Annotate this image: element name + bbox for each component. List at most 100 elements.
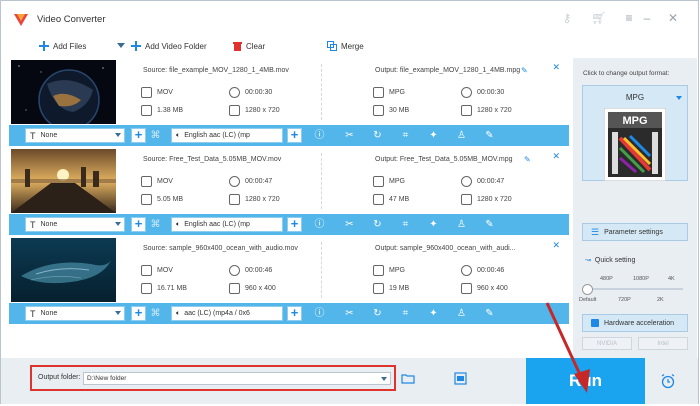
output-resolution: 960 x 400	[461, 283, 508, 294]
close-window-icon[interactable]: ✕	[665, 10, 681, 26]
crop-icon[interactable]: ⌗	[399, 307, 412, 320]
add-video-folder-button[interactable]: Add Video Folder	[131, 39, 207, 53]
format-icon	[141, 265, 152, 276]
edit-filename-icon[interactable]: ✎	[524, 155, 531, 164]
audio-track-select[interactable]: 🔈︎ English aac (LC) (mp	[171, 128, 283, 143]
bottom-bar: Output folder: D:\New folder Run	[1, 358, 698, 404]
remove-file-icon[interactable]: ✕	[552, 240, 560, 251]
menu-icon[interactable]: ≡	[621, 10, 637, 26]
add-audio-button[interactable]: +	[287, 128, 302, 143]
source-duration: 00:00:30	[229, 87, 272, 98]
parameter-settings-button[interactable]: ☰ Parameter settings	[582, 223, 688, 241]
add-subtitle-button[interactable]: +	[131, 306, 146, 321]
effects-wand-icon[interactable]: ✦	[427, 307, 440, 320]
resolution-icon	[229, 105, 240, 116]
source-duration: 00:00:47	[229, 176, 272, 187]
alarm-clock-icon[interactable]	[660, 373, 676, 389]
info-icon[interactable]: ⓘ	[313, 218, 326, 231]
edit-icon[interactable]: ✎	[483, 129, 496, 142]
rotate-icon[interactable]: ↻	[371, 129, 384, 142]
output-format-panel: Click to change output format: MPG MPG ☰…	[573, 58, 697, 358]
add-subtitle-button[interactable]: +	[131, 128, 146, 143]
file-info: Source: file_example_MOV_1280_1_4MB.mov …	[119, 58, 564, 124]
edit-filename-icon[interactable]: ✎	[521, 66, 528, 75]
clear-button[interactable]: Clear	[233, 39, 265, 53]
cart-icon[interactable]: 🛒︎	[591, 10, 607, 26]
file-item[interactable]: Source: file_example_MOV_1280_1_4MB.mov …	[9, 58, 569, 148]
output-folder-input[interactable]: D:\New folder	[83, 372, 391, 385]
output-size: 47 MB	[373, 194, 409, 205]
add-files-dropdown[interactable]	[117, 39, 125, 53]
subtitle-settings-icon[interactable]: ⌘	[149, 218, 162, 231]
plus-icon	[39, 41, 49, 51]
cut-icon[interactable]: ✂	[343, 307, 356, 320]
source-resolution: 1280 x 720	[229, 105, 280, 116]
hardware-acceleration-toggle[interactable]: Hardware acceleration	[582, 314, 688, 332]
source-format: MOV	[141, 176, 173, 187]
file-size-icon	[141, 283, 152, 294]
source-format: MOV	[141, 265, 173, 276]
remove-file-icon[interactable]: ✕	[552, 151, 560, 162]
output-format-selector[interactable]: MPG MPG	[582, 85, 688, 181]
effects-wand-icon[interactable]: ✦	[427, 129, 440, 142]
video-thumbnail[interactable]	[11, 149, 116, 213]
text-icon: T	[30, 308, 36, 319]
watermark-icon[interactable]: ♙	[455, 218, 468, 231]
audio-track-select[interactable]: 🔈︎ English aac (LC) (mp	[171, 217, 283, 232]
subtitle-select[interactable]: T None	[25, 306, 125, 321]
folder-icon[interactable]	[401, 373, 415, 384]
tick-480p: 480P	[600, 276, 613, 282]
speaker-icon: 🔈︎	[176, 220, 181, 228]
file-list: Source: file_example_MOV_1280_1_4MB.mov …	[9, 58, 569, 326]
quick-setting-label: ↝ Quick setting	[585, 256, 636, 265]
file-item[interactable]: Source: sample_960x400_ocean_with_audio.…	[9, 236, 569, 326]
rotate-icon[interactable]: ↻	[371, 218, 384, 231]
subtitle-select[interactable]: T None	[25, 128, 125, 143]
effects-wand-icon[interactable]: ✦	[427, 218, 440, 231]
remove-file-icon[interactable]: ✕	[552, 62, 560, 73]
crop-icon[interactable]: ⌗	[399, 218, 412, 231]
cut-icon[interactable]: ✂	[343, 218, 356, 231]
video-thumbnail[interactable]	[11, 60, 116, 124]
subtitle-settings-icon[interactable]: ⌘	[149, 307, 162, 320]
file-item[interactable]: Source: Free_Test_Data_5.05MB_MOV.mov Ou…	[9, 147, 569, 237]
key-icon[interactable]: ⚷	[559, 10, 575, 26]
divider	[321, 64, 322, 120]
open-output-icon[interactable]	[454, 372, 467, 385]
rotate-icon[interactable]: ↻	[371, 307, 384, 320]
watermark-icon[interactable]: ♙	[455, 129, 468, 142]
mpg-format-icon: MPG	[604, 108, 666, 181]
subtitle-select[interactable]: T None	[25, 217, 125, 232]
clock-icon	[461, 265, 472, 276]
cut-icon[interactable]: ✂	[343, 129, 356, 142]
video-thumbnail[interactable]	[11, 238, 116, 302]
file-size-icon	[373, 105, 384, 116]
text-icon: T	[30, 219, 36, 230]
edit-icon[interactable]: ✎	[483, 307, 496, 320]
trash-icon	[233, 42, 242, 51]
resolution-icon	[461, 105, 472, 116]
crop-icon[interactable]: ⌗	[399, 129, 412, 142]
source-format: MOV	[141, 87, 173, 98]
add-files-label: Add Files	[53, 41, 87, 51]
app-title: Video Converter	[37, 14, 106, 25]
add-files-button[interactable]: Add Files	[39, 39, 86, 53]
audio-track-select[interactable]: 🔈︎ aac (LC) (mp4a / 0x6	[171, 306, 283, 321]
nvidia-chip: NVIDIA	[582, 337, 632, 350]
edit-icon[interactable]: ✎	[483, 218, 496, 231]
quality-slider-knob[interactable]	[582, 284, 593, 295]
add-audio-button[interactable]: +	[287, 217, 302, 232]
speaker-icon: 🔈︎	[176, 309, 181, 317]
info-icon[interactable]: ⓘ	[313, 307, 326, 320]
quality-slider-track[interactable]	[585, 288, 683, 290]
hardware-acceleration-label: Hardware acceleration	[604, 319, 675, 327]
info-icon[interactable]: ⓘ	[313, 129, 326, 142]
add-audio-button[interactable]: +	[287, 306, 302, 321]
watermark-icon[interactable]: ♙	[455, 307, 468, 320]
add-subtitle-button[interactable]: +	[131, 217, 146, 232]
merge-button[interactable]: Merge	[327, 39, 364, 53]
minimize-icon[interactable]: –	[639, 10, 655, 26]
clock-icon	[229, 176, 240, 187]
subtitle-settings-icon[interactable]: ⌘	[149, 129, 162, 142]
run-button[interactable]: Run	[526, 358, 645, 404]
